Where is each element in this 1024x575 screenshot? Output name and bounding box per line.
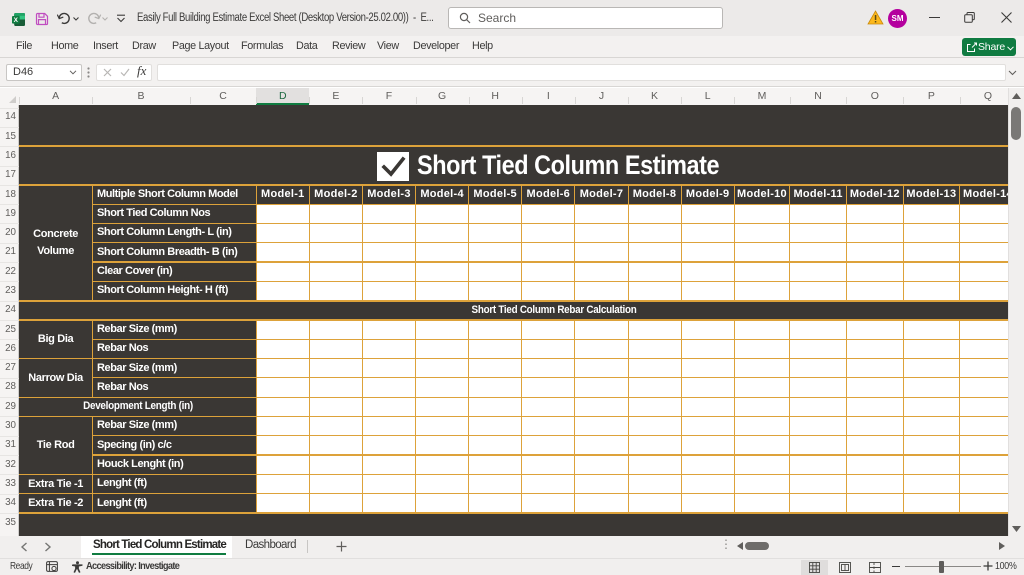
svg-text:X: X (14, 17, 19, 24)
